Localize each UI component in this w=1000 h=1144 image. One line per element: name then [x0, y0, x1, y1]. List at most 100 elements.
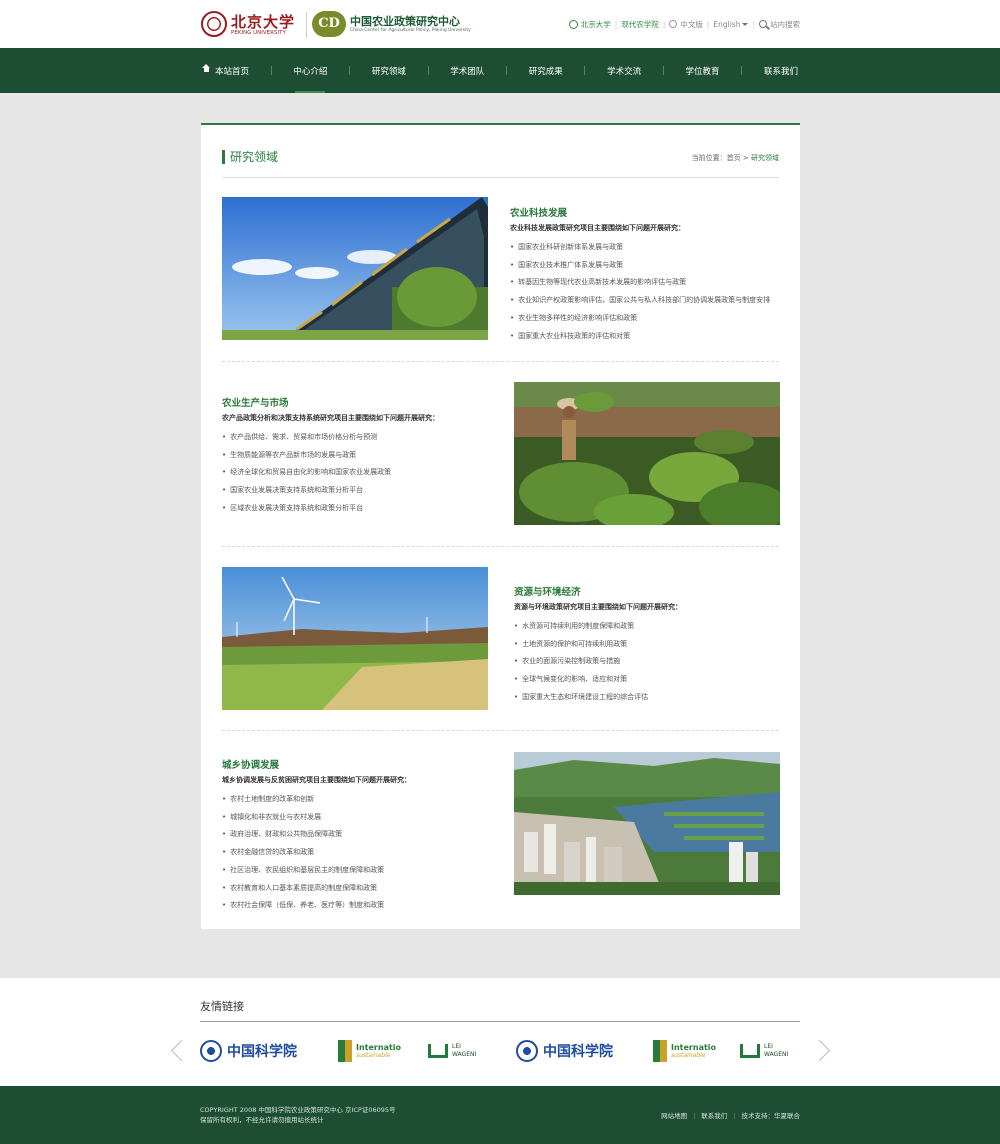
friend-links-divider [200, 1021, 800, 1022]
wind-turbine-fields-photo [222, 567, 488, 710]
partner-subtitle: sustainable [671, 1052, 706, 1059]
chevron-left-icon[interactable] [168, 1038, 182, 1064]
top-links: 北京大学 | 现代农学院 | 中文版 | English | 站内搜索 [568, 18, 800, 30]
friend-links: 友情链接 中国科学院 Internatio sustainable LEI WA… [0, 978, 1000, 1086]
list-item: 水资源可持续利用的制度保障和政策 [514, 618, 784, 636]
nav-item-home[interactable]: 本站首页 [200, 48, 251, 93]
list-item: 国家重大农业科技政策的评估和对策 [510, 328, 780, 346]
link-separator: | [614, 19, 618, 29]
list-item: 国家重大生态和环境建设工程的综合评估 [514, 689, 784, 707]
section-intro: 资源与环境政策研究项目主要围绕如下问题开展研究： [514, 603, 682, 611]
partner-subtitle: WAGENI [764, 1051, 789, 1058]
ifpri-logo-icon [338, 1040, 352, 1062]
nav-divider [662, 66, 664, 75]
list-item: 国家农业技术推广体系发展与政策 [510, 257, 780, 275]
main-nav: 本站首页 中心介绍 研究领域 学术团队 研究成果 学术交流 学位教育 联系我们 [0, 48, 1000, 93]
town-river-aerial-photo [514, 752, 780, 895]
solar-greenhouse-photo [222, 197, 488, 340]
list-item: 农业的面源污染控制政策与措施 [514, 653, 784, 671]
nav-divider [349, 66, 351, 75]
section-intro: 农产品政策分析和决策支持系统研究项目主要围绕如下问题开展研究： [222, 414, 439, 422]
link-icon [568, 19, 578, 29]
partner-link-lei[interactable]: LEI WAGENI [740, 1038, 788, 1064]
rights-line: 保留所有权利，不经允许请勿擅用站长统计 [200, 1116, 324, 1124]
nav-item-exchange[interactable]: 学术交流 [605, 48, 643, 93]
partner-name: LEI [764, 1043, 773, 1050]
logo-divider [306, 12, 307, 38]
partner-link-ifpri[interactable]: Internatio sustainable [653, 1038, 716, 1064]
nav-item-contact[interactable]: 联系我们 [762, 48, 800, 93]
footer-contact-link[interactable]: 联系我们 [701, 1112, 727, 1120]
link-sam[interactable]: 现代农学院 [621, 19, 659, 30]
site-header: 北京大学 PEKING UNIVERSITY CD 中国农业政策研究中心 Chi… [0, 0, 1000, 48]
section-title[interactable]: 农业科技发展 [510, 205, 780, 219]
list-item: 农村土地制度的改革和创新 [222, 791, 492, 809]
section-title[interactable]: 资源与环境经济 [514, 584, 784, 598]
partner-link-lei[interactable]: LEI WAGENI [428, 1038, 476, 1064]
breadcrumb-prefix[interactable]: 当前位置：首页 > [692, 154, 751, 162]
search-icon[interactable] [759, 20, 767, 28]
nav-item-results[interactable]: 研究成果 [527, 48, 565, 93]
section-intro: 农业科技发展政策研究项目主要围绕如下问题开展研究： [510, 224, 685, 232]
list-item: 土地资源的保护和可持续利用政策 [514, 636, 784, 654]
chevron-right-icon[interactable] [818, 1038, 832, 1064]
nav-divider [427, 66, 429, 75]
ccap-en-name: China Center for Agricultural Policy, Pe… [350, 28, 471, 33]
link-separator: | [752, 19, 755, 29]
link-separator: | [706, 19, 710, 29]
farmer-tobacco-field-photo [514, 382, 780, 525]
section-intro: 城乡协调发展与反贫困研究项目主要围绕如下问题开展研究： [222, 776, 411, 784]
section-title[interactable]: 城乡协调发展 [222, 757, 492, 771]
partner-link-ifpri[interactable]: Internatio sustainable [338, 1038, 401, 1064]
link-separator: | [693, 1112, 696, 1120]
page-title: 研究领域 [222, 150, 278, 164]
pku-name: 北京大学 [231, 13, 296, 31]
list-item: 农村金融信贷的改革和政策 [222, 844, 492, 862]
site-search-link[interactable]: 站内搜索 [770, 19, 800, 30]
list-item: 农村教育和人口基本素质提高的制度保障和政策 [222, 880, 492, 898]
globe-icon [669, 20, 678, 28]
ccap-mark-icon: CD [312, 11, 346, 37]
section-list: 农村土地制度的改革和创新 城镇化和非农就业与农村发展 政府治理、财政和公共物品保… [222, 791, 492, 915]
lang-chinese-link[interactable]: 中文版 [680, 19, 703, 30]
partner-name: Internatio [671, 1043, 717, 1052]
nav-divider [505, 66, 507, 75]
section-title[interactable]: 农业生产与市场 [222, 395, 492, 409]
list-item: 农业生物多样性的经济影响评估和政策 [510, 310, 780, 328]
pku-en-name: PEKING UNIVERSITY [231, 30, 286, 36]
footer-sitemap-link[interactable]: 网站地图 [661, 1112, 687, 1120]
content-panel: 研究领域 当前位置：首页 > 研究领域 农业科技发展 农业科技发展政策研究项目主… [201, 123, 800, 929]
pku-seal-icon [201, 11, 227, 37]
partner-link-cas[interactable]: 中国科学院 [200, 1038, 297, 1064]
nav-divider [270, 66, 272, 75]
nav-item-education[interactable]: 学位教育 [684, 48, 722, 93]
lang-english-dropdown[interactable]: English [713, 20, 740, 29]
breadcrumb-current: 研究领域 [751, 154, 779, 162]
nav-item-research[interactable]: 研究领域 [370, 48, 408, 93]
footer-links: 网站地图 | 联系我们 | 技术支持：华夏联合 [661, 1110, 800, 1120]
link-separator: | [733, 1112, 736, 1120]
nav-item-about[interactable]: 中心介绍 [291, 48, 329, 93]
nav-divider [584, 66, 586, 75]
list-item: 国家农业科研创新体系发展与政策 [510, 239, 780, 257]
lei-logo-icon [428, 1044, 448, 1058]
section-list: 农产品供给、需求、贸易和市场价格分析与预测 生物质能源等农产品新市场的发展与政策… [222, 429, 492, 518]
chevron-down-icon[interactable] [742, 22, 749, 26]
section-resource-env: 资源与环境经济 资源与环境政策研究项目主要围绕如下问题开展研究： 水资源可持续利… [514, 584, 784, 707]
title-divider [222, 177, 779, 178]
pku-logo[interactable]: 北京大学 PEKING UNIVERSITY [201, 11, 301, 39]
nav-item-team[interactable]: 学术团队 [448, 48, 486, 93]
list-item: 转基因生物等现代农业高新技术发展的影响评估与政策 [510, 274, 780, 292]
partner-link-cas[interactable]: 中国科学院 [516, 1038, 613, 1064]
friend-links-title: 友情链接 [200, 1000, 244, 1013]
partner-name: 中国科学院 [227, 1044, 297, 1060]
copyright-line: COPYRIGHT 2008 中国科学院农业政策研究中心 京ICP证06095号 [200, 1106, 396, 1114]
section-agri-market: 农业生产与市场 农产品政策分析和决策支持系统研究项目主要围绕如下问题开展研究： … [222, 395, 492, 518]
list-item: 农业知识产权政策影响评估，国家公共与私人科技部门的协调发展政策与制度安排 [510, 292, 780, 310]
section-divider [222, 361, 779, 362]
partner-name: 中国科学院 [543, 1044, 613, 1060]
link-pku[interactable]: 北京大学 [581, 19, 611, 30]
list-item: 农产品供给、需求、贸易和市场价格分析与预测 [222, 429, 492, 447]
nav-item-label: 本站首页 [215, 66, 250, 77]
ccap-logo[interactable]: CD 中国农业政策研究中心 China Center for Agricultu… [312, 11, 471, 39]
